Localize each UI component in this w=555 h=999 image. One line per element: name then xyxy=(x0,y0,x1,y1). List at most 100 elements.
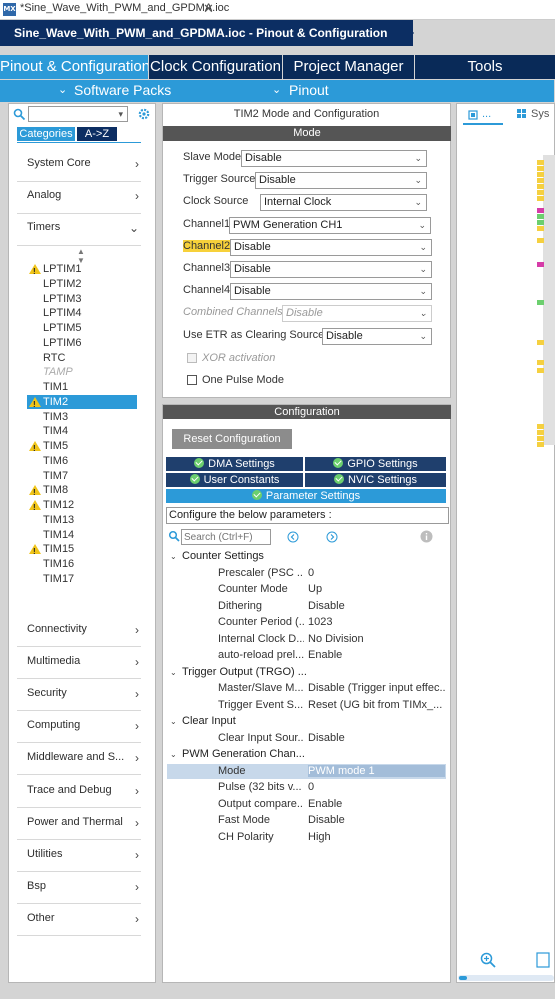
timer-item-lptim3[interactable]: LPTIM3 xyxy=(27,292,137,306)
pinout-menu[interactable]: Pinout xyxy=(289,82,329,98)
timer-item-rtc[interactable]: RTC xyxy=(27,351,137,365)
timer-item-tim14[interactable]: TIM14 xyxy=(27,528,137,542)
timer-item-tim4[interactable]: TIM4 xyxy=(27,424,137,438)
param-group-trigger-output-trgo[interactable]: ⌄ Trigger Output (TRGO) ... xyxy=(170,666,310,678)
tab-gpio-settings[interactable]: GPIO Settings xyxy=(305,457,446,471)
mode-select-use-etr-as-clearing-source[interactable]: Disable ⌄ xyxy=(322,327,432,345)
horizontal-scrollbar-thumb[interactable] xyxy=(459,976,467,980)
param-value[interactable]: Reset (UG bit from TIMx_... xyxy=(308,699,445,711)
reset-configuration-button[interactable]: Reset Configuration xyxy=(172,429,292,449)
timer-item-lptim4[interactable]: LPTIM4 xyxy=(27,306,137,320)
previous-result-icon[interactable] xyxy=(287,531,299,543)
pin-marker[interactable] xyxy=(537,208,544,213)
sidebar-category-computing[interactable]: Computing › xyxy=(27,719,139,735)
software-packs-menu[interactable]: Software Packs xyxy=(74,82,171,98)
category-search-input[interactable]: ▾ xyxy=(28,106,128,122)
horizontal-scrollbar[interactable] xyxy=(458,975,554,981)
zoom-in-icon[interactable] xyxy=(480,952,496,968)
param-value[interactable]: High xyxy=(308,831,445,843)
one-pulse-mode-checkbox[interactable] xyxy=(187,375,197,385)
timer-item-tim5[interactable]: TIM5 xyxy=(27,439,137,456)
param-group-clear-input[interactable]: ⌄ Clear Input xyxy=(170,715,310,727)
param-group-counter-settings[interactable]: ⌄ Counter Settings xyxy=(170,550,310,562)
gear-icon[interactable] xyxy=(137,107,151,121)
timer-item-tim12[interactable]: TIM12 xyxy=(27,498,137,515)
param-value[interactable]: 1023 xyxy=(308,616,445,628)
info-icon[interactable] xyxy=(420,530,433,543)
sidebar-category-timers[interactable]: Timers ⌄ xyxy=(27,221,139,237)
timer-item-tamp[interactable]: TAMP xyxy=(27,365,137,379)
timer-item-lptim1[interactable]: LPTIM1 xyxy=(27,262,137,279)
param-value[interactable]: Enable xyxy=(308,798,445,810)
param-value[interactable]: Disable xyxy=(308,732,445,744)
pin-marker[interactable] xyxy=(537,196,544,201)
mode-select-channel2[interactable]: Disable ⌄ xyxy=(230,238,432,256)
pin-marker[interactable] xyxy=(537,340,544,345)
param-value[interactable]: Disable xyxy=(308,814,445,826)
param-value[interactable]: 0 xyxy=(308,567,445,579)
system-view-icon[interactable] xyxy=(516,108,527,119)
timer-item-tim7[interactable]: TIM7 xyxy=(27,469,137,483)
sidebar-category-connectivity[interactable]: Connectivity › xyxy=(27,623,139,639)
timer-item-tim2[interactable]: TIM2 xyxy=(27,394,137,412)
parameter-search-input[interactable] xyxy=(181,529,271,545)
pin-marker[interactable] xyxy=(537,184,544,189)
timer-item-tim17[interactable]: TIM17 xyxy=(27,572,137,586)
param-value[interactable]: 0 xyxy=(308,781,445,793)
pin-marker[interactable] xyxy=(537,300,544,305)
timer-item-tim13[interactable]: TIM13 xyxy=(27,513,137,527)
next-result-icon[interactable] xyxy=(326,531,338,543)
sidebar-category-analog[interactable]: Analog › xyxy=(27,189,139,205)
sidebar-category-other[interactable]: Other › xyxy=(27,912,139,928)
pin-marker[interactable] xyxy=(537,238,544,243)
mode-select-channel4[interactable]: Disable ⌄ xyxy=(230,283,432,301)
az-tab[interactable]: A->Z xyxy=(77,127,117,141)
mode-select-clock-source[interactable]: Internal Clock ⌄ xyxy=(260,194,427,212)
timer-item-tim16[interactable]: TIM16 xyxy=(27,557,137,571)
pin-marker[interactable] xyxy=(537,424,544,429)
param-value[interactable]: PWM mode 1 xyxy=(308,764,445,777)
categories-tab[interactable]: Categories xyxy=(17,127,75,141)
timer-item-lptim6[interactable]: LPTIM6 xyxy=(27,336,137,350)
timer-item-lptim5[interactable]: LPTIM5 xyxy=(27,321,137,335)
sidebar-category-power-and-thermal[interactable]: Power and Thermal › xyxy=(27,816,139,832)
sidebar-category-trace-and-debug[interactable]: Trace and Debug › xyxy=(27,784,139,800)
tab-pinout-configuration[interactable]: Pinout & Configuration xyxy=(0,55,148,79)
mode-select-trigger-source[interactable]: Disable ⌄ xyxy=(255,172,427,190)
sidebar-category-middleware-and-s[interactable]: Middleware and S... › xyxy=(27,751,139,767)
timer-item-tim3[interactable]: TIM3 xyxy=(27,410,137,424)
pin-marker[interactable] xyxy=(537,160,544,165)
system-view-tab[interactable]: Sys xyxy=(531,108,549,120)
param-value[interactable]: No Division xyxy=(308,633,445,645)
mode-select-slave-mode[interactable]: Disable ⌄ xyxy=(241,150,427,167)
param-value[interactable]: Disable (Trigger input effec... xyxy=(308,682,445,694)
sidebar-category-system-core[interactable]: System Core › xyxy=(27,157,139,173)
sidebar-category-bsp[interactable]: Bsp › xyxy=(27,880,139,896)
chip-view-icon[interactable] xyxy=(467,109,479,121)
timer-item-tim8[interactable]: TIM8 xyxy=(27,483,137,500)
tab-project-manager[interactable]: Project Manager xyxy=(283,55,414,79)
tab-parameter-settings[interactable]: Parameter Settings xyxy=(166,489,446,503)
timer-item-tim6[interactable]: TIM6 xyxy=(27,454,137,468)
mode-select-channel1[interactable]: PWM Generation CH1 ⌄ xyxy=(229,216,431,234)
tab-tools[interactable]: Tools xyxy=(415,55,555,79)
mode-select-channel3[interactable]: Disable ⌄ xyxy=(230,261,432,278)
chip-view-tab[interactable]: ... xyxy=(482,108,491,120)
pin-marker[interactable] xyxy=(537,190,544,195)
pin-marker[interactable] xyxy=(537,214,544,219)
timer-item-tim1[interactable]: TIM1 xyxy=(27,380,137,394)
pin-marker[interactable] xyxy=(537,178,544,183)
pin-marker[interactable] xyxy=(537,166,544,171)
breadcrumb-text[interactable]: Sine_Wave_With_PWM_and_GPDMA.ioc - Pinou… xyxy=(14,26,387,40)
sidebar-category-security[interactable]: Security › xyxy=(27,687,139,703)
tab-clock-configuration[interactable]: Clock Configuration xyxy=(149,55,282,79)
param-value[interactable]: Enable xyxy=(308,649,445,661)
fit-view-icon[interactable] xyxy=(536,952,550,968)
param-value[interactable]: Up xyxy=(308,583,445,595)
close-tab-icon[interactable]: ✕ xyxy=(203,1,214,17)
pin-marker[interactable] xyxy=(537,360,544,365)
timer-item-tim15[interactable]: TIM15 xyxy=(27,542,137,559)
param-group-pwm-generation-chan[interactable]: ⌄ PWM Generation Chan... xyxy=(170,748,310,760)
tab-dma-settings[interactable]: DMA Settings xyxy=(166,457,303,471)
pin-marker[interactable] xyxy=(537,226,544,231)
